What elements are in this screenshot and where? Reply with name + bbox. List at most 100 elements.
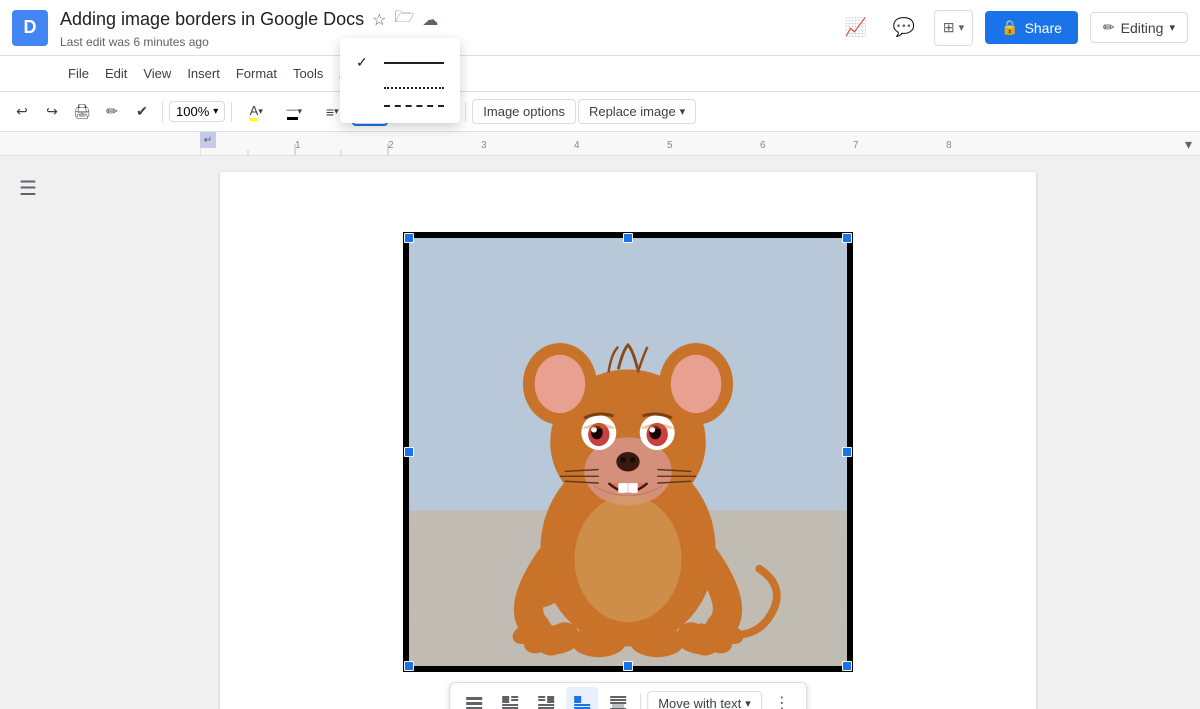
doc-page: Move with text ▾ ⋮ — [220, 172, 1036, 709]
border-color-icon: — — [287, 104, 298, 120]
svg-text:6: 6 — [760, 140, 766, 151]
menu-file[interactable]: File — [60, 62, 97, 85]
dropdown-item-dotted[interactable] — [340, 79, 460, 97]
wrap-left-icon — [500, 693, 520, 709]
image-options-label: Image options — [483, 104, 565, 119]
wrap-left-button[interactable] — [494, 687, 526, 709]
editing-label: Editing — [1121, 20, 1164, 36]
undo-button[interactable]: ↩ — [8, 98, 36, 126]
move-with-text-button[interactable]: Move with text ▾ — [647, 691, 762, 709]
highlight-color-button[interactable]: A ▾ — [238, 98, 274, 126]
ruler-content: 1 2 3 4 5 6 7 8 ↵ ▾ — [200, 132, 1200, 155]
behind-text-icon — [608, 693, 628, 709]
menu-edit[interactable]: Edit — [97, 62, 135, 85]
behind-text-button[interactable] — [602, 687, 634, 709]
handle-middle-left[interactable] — [404, 447, 414, 457]
img-toolbar-separator — [640, 693, 641, 709]
handle-bottom-right[interactable] — [842, 661, 852, 671]
editing-button[interactable]: ✏ Editing ▾ — [1090, 12, 1188, 43]
more-dots-icon: ⋮ — [774, 693, 790, 709]
ruler: 1 2 3 4 5 6 7 8 ↵ ▾ — [0, 132, 1200, 156]
comment-icon-btn[interactable]: 💬 — [886, 10, 922, 46]
border-weight-dropdown-icon: ▾ — [334, 106, 339, 117]
svg-text:3: 3 — [481, 140, 487, 151]
move-text-dropdown-icon: ▾ — [745, 697, 751, 709]
doc-title-row: Adding image borders in Google Docs ☆ 🗁 … — [60, 6, 838, 33]
replace-image-dropdown-icon: ▾ — [680, 105, 686, 118]
jerry-image — [409, 238, 847, 666]
check-icon: ✓ — [356, 54, 372, 71]
print-button[interactable]: 🖨 — [68, 98, 96, 126]
trending-icon-btn[interactable]: 📈 — [838, 10, 874, 46]
border-color-button[interactable]: — ▾ — [276, 98, 312, 126]
handle-bottom-middle[interactable] — [623, 661, 633, 671]
lock-icon: 🔒 — [1001, 19, 1018, 36]
replace-image-label: Replace image — [589, 104, 676, 119]
separator-4 — [465, 102, 466, 122]
break-text-icon — [572, 693, 592, 709]
toolbar: ↩ ↪ 🖨 ✏ ✔ 100% ▾ A ▾ — ▾ ≡ ▾ ⊟ ▾ ⊡ ⊠ Ima… — [0, 92, 1200, 132]
image-with-border[interactable] — [403, 232, 853, 672]
cloud-icon[interactable]: ☁ — [422, 10, 438, 30]
svg-text:1: 1 — [295, 140, 301, 151]
menu-format[interactable]: Format — [228, 62, 285, 85]
star-icon[interactable]: ☆ — [372, 10, 386, 30]
separator-1 — [162, 102, 163, 122]
svg-text:4: 4 — [574, 140, 580, 151]
share-label: Share — [1025, 20, 1062, 36]
break-text-button[interactable] — [566, 687, 598, 709]
handle-middle-right[interactable] — [842, 447, 852, 457]
doc-area: Move with text ▾ ⋮ — [56, 156, 1200, 709]
border-weight-icon: ≡ — [326, 104, 334, 120]
doc-title: Adding image borders in Google Docs — [60, 9, 364, 30]
folder-icon[interactable]: 🗁 — [395, 6, 415, 33]
wrap-right-icon — [536, 693, 556, 709]
jerry-svg — [409, 238, 847, 666]
image-more-button[interactable]: ⋮ — [766, 687, 798, 709]
menu-insert[interactable]: Insert — [179, 62, 228, 85]
svg-text:8: 8 — [946, 140, 952, 151]
dashed-line — [384, 105, 444, 107]
outline-icon[interactable]: ☰ — [19, 176, 37, 201]
main-area: ☰ — [0, 156, 1200, 709]
svg-text:7: 7 — [853, 140, 859, 151]
handle-bottom-left[interactable] — [404, 661, 414, 671]
handle-top-left[interactable] — [404, 233, 414, 243]
highlight-dropdown-icon: ▾ — [258, 106, 263, 117]
image-floating-toolbar: Move with text ▾ ⋮ — [449, 682, 807, 709]
handle-top-middle[interactable] — [623, 233, 633, 243]
image-options-button[interactable]: Image options — [472, 99, 576, 124]
dotted-line — [384, 87, 444, 89]
top-right-actions: 📈 💬 ⊞ ▾ 🔒 Share ✏ Editing ▾ — [838, 10, 1188, 46]
redo-button[interactable]: ↪ — [38, 98, 66, 126]
menu-bar: File Edit View Insert Format Tools Add-o… — [0, 56, 1200, 92]
wrap-right-button[interactable] — [530, 687, 562, 709]
handle-top-right[interactable] — [842, 233, 852, 243]
border-dash-dropdown: ✓ — [340, 38, 460, 123]
replace-image-button[interactable]: Replace image ▾ — [578, 99, 696, 124]
wrap-inline-button[interactable] — [458, 687, 490, 709]
dropdown-item-solid[interactable]: ✓ — [340, 46, 460, 79]
share-button[interactable]: 🔒 Share — [985, 11, 1078, 44]
top-bar: D Adding image borders in Google Docs ☆ … — [0, 0, 1200, 56]
zoom-value: 100% — [176, 104, 209, 119]
present-icon-btn[interactable]: ⊞ ▾ — [934, 10, 973, 46]
solid-line — [384, 62, 444, 64]
spell-check-button[interactable]: ✔ — [128, 98, 156, 126]
present-icon: ⊞ — [943, 19, 955, 36]
image-wrapper: Move with text ▾ ⋮ — [403, 232, 853, 672]
zoom-select[interactable]: 100% ▾ — [169, 101, 225, 122]
dropdown-item-dashed[interactable] — [340, 97, 460, 115]
chevron-down-icon: ▾ — [1169, 21, 1175, 34]
svg-text:2: 2 — [388, 140, 394, 151]
wrap-inline-icon — [464, 693, 484, 709]
app-icon[interactable]: D — [12, 10, 48, 46]
menu-tools[interactable]: Tools — [285, 62, 331, 85]
paint-format-button[interactable]: ✏ — [98, 98, 126, 126]
separator-2 — [231, 102, 232, 122]
menu-view[interactable]: View — [135, 62, 179, 85]
zoom-dropdown-icon: ▾ — [213, 106, 218, 117]
border-color-dropdown-icon: ▾ — [298, 106, 303, 117]
present-dropdown: ▾ — [959, 21, 965, 34]
highlight-icon: A — [250, 103, 259, 121]
